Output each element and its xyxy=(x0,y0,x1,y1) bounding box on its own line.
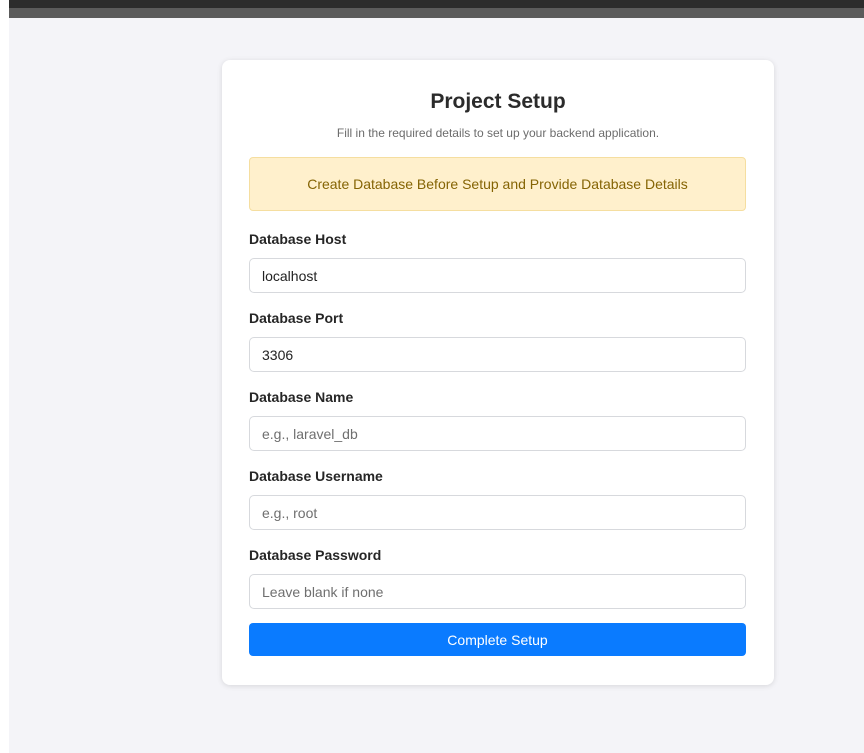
database-password-label: Database Password xyxy=(249,547,382,563)
database-username-label: Database Username xyxy=(249,468,383,484)
database-password-input[interactable] xyxy=(249,574,746,609)
database-port-label: Database Port xyxy=(249,310,344,326)
page-title: Project Setup xyxy=(430,90,566,113)
database-host-label: Database Host xyxy=(249,231,347,247)
database-host-input[interactable] xyxy=(249,258,746,293)
page-subtitle: Fill in the required details to set up y… xyxy=(336,126,660,140)
complete-setup-button[interactable]: Complete Setup xyxy=(249,623,746,656)
alert-message: Create Database Before Setup and Provide… xyxy=(307,176,688,192)
database-username-input[interactable] xyxy=(249,495,746,530)
database-name-label: Database Name xyxy=(249,389,354,405)
browser-top-bar xyxy=(9,0,864,18)
database-warning-alert: Create Database Before Setup and Provide… xyxy=(249,157,746,211)
database-name-input[interactable] xyxy=(249,416,746,451)
database-port-input[interactable] xyxy=(249,337,746,372)
setup-card: Project Setup Fill in the required detai… xyxy=(222,60,774,685)
